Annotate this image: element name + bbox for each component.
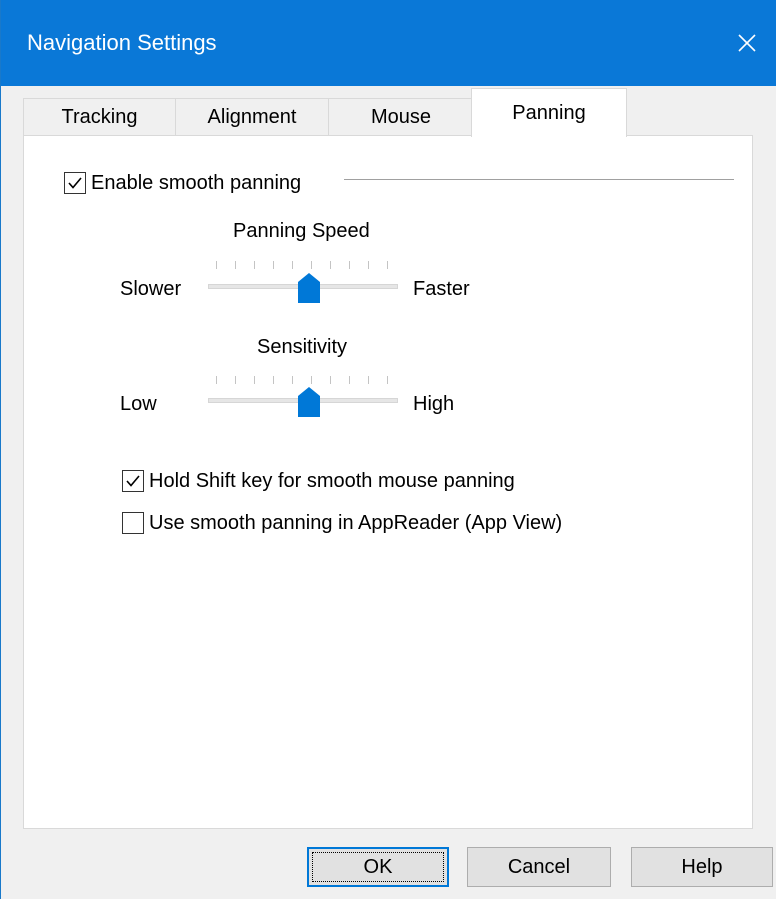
sensitivity-ticks bbox=[216, 376, 391, 386]
tab-tracking[interactable]: Tracking bbox=[23, 98, 176, 136]
hold-shift-label: Hold Shift key for smooth mouse panning bbox=[149, 470, 515, 492]
sensitivity-max-label: High bbox=[413, 393, 455, 415]
checkmark-icon bbox=[126, 475, 140, 487]
tab-alignment[interactable]: Alignment bbox=[175, 98, 329, 136]
close-button[interactable] bbox=[717, 20, 776, 66]
panning-panel: Enable smooth panning Panning Speed Slow… bbox=[23, 135, 753, 829]
panning-speed-slider-thumb[interactable] bbox=[298, 273, 320, 303]
sensitivity-min-label: Low bbox=[120, 393, 157, 415]
group-divider bbox=[344, 179, 734, 180]
ok-button[interactable]: OK bbox=[307, 847, 449, 887]
panning-speed-ticks bbox=[216, 261, 391, 271]
sensitivity-title: Sensitivity bbox=[257, 336, 348, 358]
help-button[interactable]: Help bbox=[631, 847, 773, 887]
sensitivity-slider-thumb[interactable] bbox=[298, 387, 320, 417]
panning-speed-title: Panning Speed bbox=[233, 220, 370, 242]
checkmark-icon bbox=[68, 177, 82, 189]
cancel-button[interactable]: Cancel bbox=[467, 847, 611, 887]
focus-rectangle bbox=[312, 852, 444, 882]
title-bar: Navigation Settings bbox=[1, 0, 776, 86]
window-title: Navigation Settings bbox=[27, 30, 217, 55]
close-icon bbox=[738, 34, 756, 52]
appreader-smooth-panning-checkbox[interactable] bbox=[122, 512, 144, 534]
panning-speed-max-label: Faster bbox=[413, 278, 470, 300]
navigation-settings-dialog: Navigation Settings Tracking Alignment M… bbox=[0, 0, 776, 899]
tab-panning[interactable]: Panning bbox=[471, 88, 627, 137]
appreader-smooth-panning-label: Use smooth panning in AppReader (App Vie… bbox=[149, 512, 563, 534]
enable-smooth-panning-checkbox[interactable] bbox=[64, 172, 86, 194]
hold-shift-checkbox[interactable] bbox=[122, 470, 144, 492]
tab-mouse[interactable]: Mouse bbox=[328, 98, 474, 136]
panning-speed-min-label: Slower bbox=[120, 278, 182, 300]
enable-smooth-panning-label: Enable smooth panning bbox=[91, 172, 302, 194]
